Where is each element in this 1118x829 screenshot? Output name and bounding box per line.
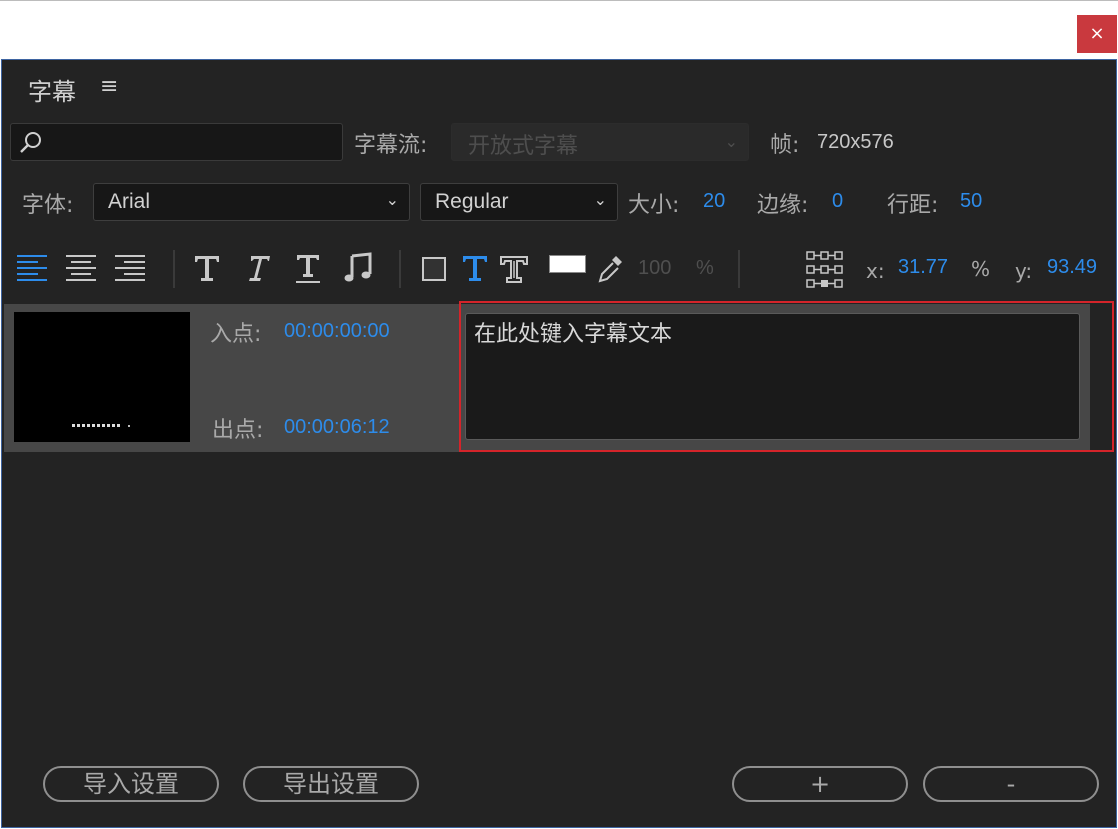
bold-icon[interactable] [193, 253, 221, 283]
text-outline-icon[interactable] [499, 254, 529, 284]
in-point-value[interactable]: 00:00:00:00 [284, 320, 390, 343]
position-y-value[interactable]: 93.49 [1047, 256, 1097, 279]
edge-label: 边缘: [757, 193, 809, 218]
font-family-select[interactable]: Arial ⌄ [93, 183, 410, 221]
align-left-icon[interactable] [16, 253, 48, 283]
opacity-value: 100 [638, 257, 672, 279]
opacity-unit: % [696, 257, 714, 279]
search-input[interactable] [10, 123, 343, 161]
panel-menu-icon[interactable]: ≡ [100, 74, 118, 99]
close-button[interactable]: × [1077, 15, 1117, 53]
toolbar-divider [399, 250, 401, 288]
window-titlebar: × [0, 0, 1118, 58]
toolbar-divider [173, 250, 175, 288]
caption-stream-value: 开放式字幕 [468, 134, 579, 159]
caption-stream-label: 字幕流: [354, 133, 428, 158]
in-point-label: 入点: [210, 322, 262, 347]
frame-label: 帧: [770, 133, 800, 158]
text-color-icon[interactable] [461, 253, 489, 283]
music-note-icon[interactable] [344, 252, 372, 284]
color-swatch[interactable] [549, 255, 586, 273]
caption-thumbnail [14, 312, 190, 442]
out-point-label: 出点: [212, 418, 264, 443]
thumbnail-text-preview [72, 424, 120, 427]
position-x-label: x: [866, 259, 885, 283]
align-center-icon[interactable] [65, 253, 97, 283]
out-point-value[interactable]: 00:00:06:12 [284, 416, 390, 439]
line-spacing-value[interactable]: 50 [960, 190, 982, 213]
frame-value: 720x576 [817, 131, 894, 153]
chevron-down-icon: ⌄ [385, 192, 399, 209]
align-right-icon[interactable] [114, 253, 146, 283]
italic-icon[interactable] [243, 253, 271, 283]
search-icon [20, 132, 41, 153]
background-color-icon[interactable] [421, 256, 447, 282]
size-value[interactable]: 20 [703, 190, 725, 213]
position-grid-icon[interactable] [805, 250, 845, 290]
chevron-down-icon: ⌄ [593, 192, 607, 209]
line-spacing-label: 行距: [887, 193, 939, 218]
remove-caption-button[interactable]: - [923, 766, 1099, 802]
underline-icon[interactable] [294, 253, 322, 285]
font-label: 字体: [22, 193, 74, 218]
font-style-value: Regular [435, 190, 509, 213]
position-y-label: y: [1015, 259, 1033, 283]
chevron-down-icon: ⌄ [724, 132, 738, 151]
eyedropper-icon[interactable] [597, 253, 625, 285]
panel-title: 字幕 [28, 78, 76, 106]
import-settings-button[interactable]: 导入设置 [43, 766, 219, 802]
toolbar-divider [738, 250, 740, 288]
font-family-value: Arial [108, 190, 151, 213]
add-caption-button[interactable]: + [732, 766, 908, 802]
export-settings-button[interactable]: 导出设置 [243, 766, 419, 802]
position-x-value[interactable]: 31.77 [898, 256, 948, 279]
caption-stream-select: 开放式字幕 ⌄ [451, 123, 749, 161]
edge-value[interactable]: 0 [832, 190, 843, 213]
position-unit: % [971, 257, 991, 281]
thumbnail-text-preview [128, 425, 130, 427]
size-label: 大小: [628, 193, 680, 218]
caption-text-input[interactable]: 在此处键入字幕文本 [465, 313, 1080, 440]
caption-text-area-selection: 在此处键入字幕文本 [459, 301, 1114, 452]
font-style-select[interactable]: Regular ⌄ [420, 183, 618, 221]
captions-panel: 字幕 ≡ 字幕流: 开放式字幕 ⌄ 帧: 720x576 字体: Arial ⌄… [1, 59, 1117, 828]
